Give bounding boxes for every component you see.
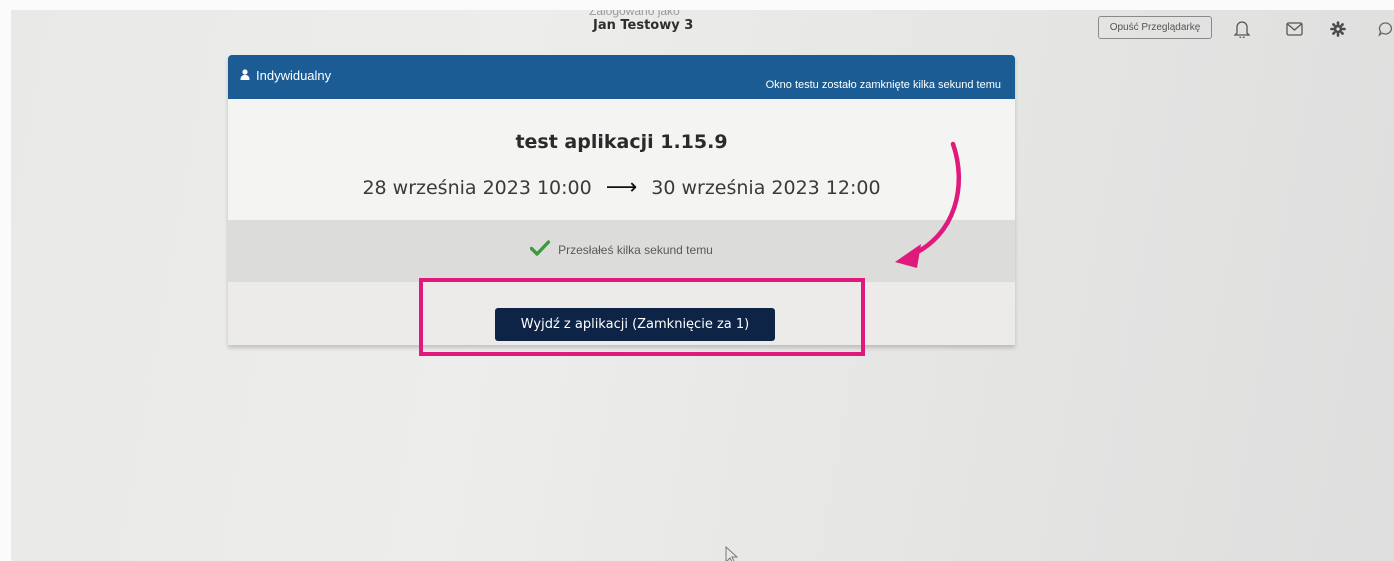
submission-status: Przesłałeś kilka sekund temu <box>228 220 1015 282</box>
user-icon <box>240 68 250 83</box>
mouse-cursor-icon <box>725 546 739 561</box>
gear-icon[interactable] <box>1329 20 1347 38</box>
leave-browser-button[interactable]: Opuść Przeglądarkę <box>1098 16 1212 39</box>
window-status: Okno testu zostało zamknięte kilka sekun… <box>765 79 1001 91</box>
status-text: Przesłałeś kilka sekund temu <box>558 242 713 257</box>
mode-label-group: Indywidualny <box>240 68 331 83</box>
logged-in-label: Zalogowano jako <box>589 10 680 18</box>
exit-app-button[interactable]: Wyjdź z aplikacji (Zamknięcie za 1) <box>495 308 775 341</box>
mode-label: Indywidualny <box>256 68 332 83</box>
bell-icon[interactable] <box>1233 20 1251 38</box>
test-title: test aplikacji 1.15.9 <box>515 131 728 153</box>
user-name: Jan Testowy 3 <box>593 18 694 33</box>
check-icon <box>529 240 551 259</box>
monitor-screen: Zalogowano jako Jan Testowy 3 Opuść Prze… <box>11 10 1394 561</box>
chat-icon[interactable] <box>1377 20 1394 38</box>
card-header: Indywidualny Okno testu zostało zamknięt… <box>228 55 1015 99</box>
action-area: Wyjdź z aplikacji (Zamknięcie za 1) <box>228 282 1015 345</box>
envelope-icon[interactable] <box>1285 20 1303 38</box>
end-date: 30 września 2023 12:00 <box>651 176 881 199</box>
card-body: test aplikacji 1.15.9 28 września 2023 1… <box>228 99 1015 220</box>
start-date: 28 września 2023 10:00 <box>362 176 592 199</box>
test-card: Indywidualny Okno testu zostało zamknięt… <box>228 55 1015 345</box>
arrow-right-icon: ⟶ <box>605 175 638 200</box>
date-range: 28 września 2023 10:00 ⟶ 30 września 202… <box>228 175 1015 200</box>
